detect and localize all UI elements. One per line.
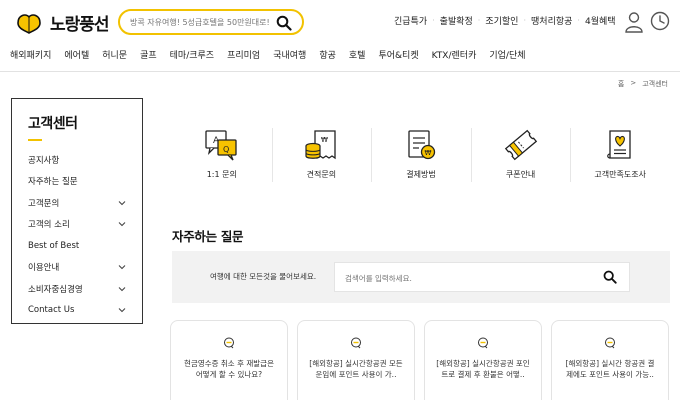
top-link-2[interactable]: 조기할인	[480, 14, 523, 27]
faq-section-title: 자주하는 질문	[172, 229, 244, 244]
sidebar-item[interactable]: 고객문의	[28, 192, 126, 214]
faq-search-input[interactable]	[345, 271, 585, 285]
sidebar-item[interactable]: 이용안내	[28, 257, 126, 279]
nav-item-9[interactable]: 투어&티켓	[378, 48, 418, 61]
faq-card-text-line1: [해외항공] 실시간항공권 포인	[436, 359, 530, 368]
top-link-1[interactable]: 출발확정	[435, 14, 478, 27]
breadcrumb: 홈 > 고객센터	[618, 79, 668, 89]
nav-item-1[interactable]: 에어텔	[64, 48, 89, 61]
sidebar-title: 고객센터	[28, 116, 78, 132]
top-link-0[interactable]: 긴급특가	[389, 14, 432, 27]
sidebar-item-label: 소비자중심경영	[28, 284, 83, 295]
chevron-down-icon[interactable]	[118, 306, 126, 314]
category-label: 결제방법	[406, 170, 436, 179]
question-bubble-icon	[224, 337, 234, 349]
category-coupon[interactable]: 쿠폰안내	[470, 128, 571, 182]
category-shortcuts: A Q 1:1 문의 ₩ 견적문의 ₩ 결제방법 쿠폰안내 고객만족도조사	[172, 128, 670, 182]
sidebar-item[interactable]: 소비자중심경영	[28, 278, 126, 300]
svg-text:Q: Q	[223, 145, 229, 154]
category-qna[interactable]: A Q 1:1 문의	[172, 128, 272, 182]
category-label: 견적문의	[306, 170, 337, 179]
nav-item-8[interactable]: 호텔	[349, 48, 366, 61]
faq-card[interactable]: [해외항공] 실시간항공권 모든 운임에 포인트 사용이 가..	[297, 320, 415, 400]
sidebar-item-label: 이용안내	[28, 263, 60, 274]
question-bubble-icon	[351, 337, 361, 349]
clock-icon[interactable]	[650, 11, 670, 31]
survey-heart-icon	[607, 130, 631, 159]
breadcrumb-current: 고객센터	[642, 80, 668, 88]
logo[interactable]: 노랑풍선	[12, 10, 110, 35]
faq-card[interactable]: [해외항공] 실시간항공권 포인 트로 결제 후 환불은 어떻..	[424, 320, 542, 400]
sidebar-item[interactable]: Best of Best	[28, 235, 126, 257]
faq-card[interactable]: [해외항공] 실시간 항공권 결 제에도 포인트 사용이 가능..	[551, 320, 669, 400]
faq-card-text-line1: [해외항공] 실시간 항공권 결	[565, 359, 655, 368]
nav-item-5[interactable]: 프리미엄	[227, 48, 260, 61]
faq-cards: 현금영수증 취소 후 재발급은 어떻게 할 수 있나요? [해외항공] 실시간항…	[170, 320, 670, 400]
nav-item-11[interactable]: 기업/단체	[489, 48, 525, 61]
category-payment[interactable]: ₩ 결제방법	[371, 128, 471, 182]
chevron-down-icon[interactable]	[118, 199, 126, 207]
nav-item-0[interactable]: 해외패키지	[10, 48, 51, 61]
sidebar-item-label: 자주하는 질문	[28, 177, 78, 188]
search-icon[interactable]	[603, 270, 617, 284]
chevron-down-icon[interactable]	[118, 220, 126, 228]
sidebar-item[interactable]: 공지사항	[28, 149, 126, 171]
question-bubble-icon	[478, 337, 488, 349]
logo-text: 노랑풍선	[50, 15, 110, 35]
faq-search-panel: 여행에 대한 모든것을 물어보세요.	[172, 251, 670, 303]
coins-receipt-icon: ₩	[305, 130, 337, 160]
top-search-box[interactable]	[118, 9, 304, 35]
nav-item-2[interactable]: 허니문	[102, 48, 127, 61]
question-bubble-icon	[605, 337, 615, 349]
nav-item-7[interactable]: 항공	[319, 48, 336, 61]
top-link-4[interactable]: 4월혜택	[580, 14, 621, 27]
sidebar-item-label: 공지사항	[28, 155, 60, 166]
top-links: 긴급특가 · 출발확정 · 조기할인 · 땡처리항공 · 4월혜택	[389, 14, 621, 27]
nav-item-6[interactable]: 국내여행	[273, 48, 306, 61]
sidebar-item-label: 고객문의	[28, 198, 60, 209]
balloon-logo-icon	[17, 13, 41, 34]
category-estimate[interactable]: ₩ 견적문의	[271, 128, 372, 182]
category-label: 고객만족도조사	[594, 170, 646, 179]
svg-text:₩: ₩	[424, 149, 431, 157]
chat-qa-icon: A Q	[205, 130, 237, 161]
top-search-input[interactable]	[130, 14, 270, 30]
faq-card-text-line1: 현금영수증 취소 후 재발급은	[184, 359, 274, 368]
faq-card[interactable]: 현금영수증 취소 후 재발급은 어떻게 할 수 있나요?	[170, 320, 288, 400]
breadcrumb-separator: >	[630, 79, 637, 87]
category-label: 쿠폰안내	[505, 170, 536, 179]
sidebar: 고객센터 공지사항자주하는 질문고객문의고객의 소리 Best of Best 이용…	[11, 98, 143, 324]
sidebar-item-label: 고객의 소리	[28, 220, 70, 231]
faq-search-box[interactable]	[334, 262, 630, 292]
faq-search-label: 여행에 대한 모든것을 물어보세요.	[210, 272, 317, 281]
category-survey[interactable]: 고객만족도조사	[570, 128, 670, 182]
faq-card-text-line2: 트로 결제 후 환불은 어떻..	[441, 370, 525, 379]
faq-card-text-line2: 어떻게 할 수 있나요?	[195, 370, 263, 379]
sidebar-title-underline	[28, 139, 42, 141]
top-link-3[interactable]: 땡처리항공	[526, 14, 577, 27]
user-icon[interactable]	[624, 11, 644, 33]
nav-item-3[interactable]: 골프	[140, 48, 157, 61]
coupon-icon	[504, 129, 537, 161]
sidebar-item[interactable]: Contact Us	[28, 300, 126, 322]
nav-item-4[interactable]: 테마/크루즈	[170, 48, 214, 61]
chevron-down-icon[interactable]	[118, 263, 126, 271]
faq-card-text-line1: [해외항공] 실시간항공권 모든	[309, 359, 403, 368]
main-nav: 해외패키지 에어텔 허니문 골프 테마/크루즈 프리미엄 국내여행 항공 호텔 …	[10, 48, 539, 61]
nav-divider	[0, 71, 680, 72]
chevron-down-icon[interactable]	[118, 285, 126, 293]
faq-card-text-line2: 운임에 포인트 사용이 가..	[315, 370, 397, 379]
nav-item-10[interactable]: KTX/렌터카	[432, 48, 477, 61]
sidebar-item[interactable]: 고객의 소리	[28, 214, 126, 236]
payment-doc-icon: ₩	[408, 130, 436, 160]
sidebar-item[interactable]: 자주하는 질문	[28, 171, 126, 193]
sidebar-item-label: Best of Best	[28, 240, 80, 251]
search-icon[interactable]	[276, 15, 292, 31]
category-label: 1:1 문의	[206, 170, 237, 179]
faq-card-text-line2: 제에도 포인트 사용이 가능..	[566, 370, 654, 379]
breadcrumb-home[interactable]: 홈	[618, 79, 624, 89]
sidebar-item-label: Contact Us	[28, 305, 75, 316]
svg-text:₩: ₩	[321, 136, 328, 144]
